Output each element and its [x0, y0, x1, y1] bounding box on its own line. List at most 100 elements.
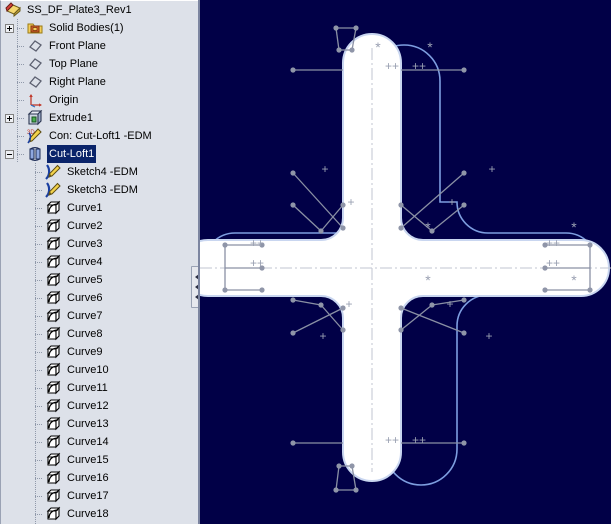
graphics-viewport[interactable]: ++ ++ * * ++ ++ ++ ++ * * * * ++ ++ + + + + + + + +	[198, 0, 611, 524]
panel-splitter-handle[interactable]	[191, 266, 198, 308]
tree-item-label: Curve9	[67, 346, 103, 358]
tree-connector	[35, 217, 45, 235]
tree-item-curve9[interactable]: Curve9	[1, 343, 198, 361]
expand-toggle-plus-icon[interactable]	[5, 113, 14, 123]
tree-item-con-cut-loft1-edm[interactable]: 3D Con: Cut-Loft1 -EDM	[1, 127, 198, 145]
tree-item-curve18[interactable]: Curve18	[1, 505, 198, 523]
tree-item-sketch3-edm[interactable]: Sketch3 -EDM	[1, 181, 198, 199]
tree-item-label: Curve16	[67, 472, 109, 484]
splitter-arrow-icon	[194, 294, 198, 300]
tree-item-top-plane[interactable]: Top Plane	[1, 55, 198, 73]
constraint-perpendicular-marker: +	[347, 195, 354, 209]
tree-connector	[35, 505, 45, 523]
tree-connector	[35, 289, 45, 307]
tree-expander-spacer	[23, 492, 35, 501]
extrude-feature-icon	[27, 110, 44, 126]
tree-expander-spacer	[23, 204, 35, 213]
tree-item-label: Front Plane	[49, 40, 106, 52]
tree-connector	[35, 343, 45, 361]
constraint-coincident-marker: ++	[385, 59, 399, 73]
tree-item-curve8[interactable]: Curve8	[1, 325, 198, 343]
tree-item-label: Extrude1	[49, 112, 94, 124]
tree-item-front-plane[interactable]: Front Plane	[1, 37, 198, 55]
tree-item-cut-loft1[interactable]: Cut-Loft1	[1, 145, 198, 163]
curve-icon	[45, 326, 62, 342]
tree-expander-spacer	[5, 96, 17, 105]
constraint-coincident-marker: ++	[385, 433, 399, 447]
tree-item-curve5[interactable]: Curve5	[1, 271, 198, 289]
tree-connector	[17, 145, 27, 163]
constraint-merge-marker: *	[427, 39, 433, 55]
tree-item-curve14[interactable]: Curve14	[1, 433, 198, 451]
tree-item-curve15[interactable]: Curve15	[1, 451, 198, 469]
tree-item-curve1[interactable]: Curve1	[1, 199, 198, 217]
tree-item-sketch4-edm[interactable]: Sketch4 -EDM	[1, 163, 198, 181]
tree-expander-spacer	[23, 294, 35, 303]
feature-tree-list[interactable]: SS_DF_Plate3_Rev1 Solid Bodies(1) Front Pl…	[1, 1, 198, 524]
curve-icon	[45, 434, 62, 450]
tree-item-curve10[interactable]: Curve10	[1, 361, 198, 379]
curve-icon	[45, 272, 62, 288]
tree-item-curve2[interactable]: Curve2	[1, 217, 198, 235]
constraint-perpendicular-marker: +	[485, 329, 492, 343]
tree-item-curve11[interactable]: Curve11	[1, 379, 198, 397]
tree-item-label: Curve11	[67, 382, 108, 394]
tree-connector	[17, 91, 27, 109]
sketch-icon	[45, 164, 62, 180]
feature-manager-tree-panel[interactable]: SS_DF_Plate3_Rev1 Solid Bodies(1) Front Pl…	[0, 0, 198, 524]
tree-expander-spacer	[23, 330, 35, 339]
constraint-merge-marker: *	[425, 219, 431, 235]
tree-connector	[35, 307, 45, 325]
tree-item-curve6[interactable]: Curve6	[1, 289, 198, 307]
tree-expander-spacer	[23, 240, 35, 249]
tree-connector	[17, 127, 27, 145]
constraint-coincident-marker: ++	[250, 256, 264, 270]
curve-icon	[45, 488, 62, 504]
curve-icon	[45, 506, 62, 522]
tree-item-origin[interactable]: Origin	[1, 91, 198, 109]
tree-expander-spacer	[23, 312, 35, 321]
model-sketch-canvas: ++ ++* *++++++++****++ +++ ++ ++ ++ +	[200, 0, 611, 524]
tree-connector	[17, 37, 27, 55]
tree-item-curve7[interactable]: Curve7	[1, 307, 198, 325]
3d-sketch-icon: 3D	[27, 128, 44, 144]
tree-item-label: Con: Cut-Loft1 -EDM	[49, 130, 152, 142]
tree-item-label: Sketch3 -EDM	[67, 184, 138, 196]
tree-item-curve3[interactable]: Curve3	[1, 235, 198, 253]
tree-expander-spacer	[23, 168, 35, 177]
tree-expander-spacer	[5, 42, 17, 51]
tree-expander-spacer	[23, 276, 35, 285]
tree-connector	[35, 163, 45, 181]
tree-item-curve17[interactable]: Curve17	[1, 487, 198, 505]
tree-expander-spacer	[23, 420, 35, 429]
tree-item-label: Cut-Loft1	[47, 145, 97, 163]
tree-connector	[35, 325, 45, 343]
curve-icon	[45, 200, 62, 216]
solidworks-window: SS_DF_Plate3_Rev1 Solid Bodies(1) Front Pl…	[0, 0, 611, 524]
tree-item-curve13[interactable]: Curve13	[1, 415, 198, 433]
tree-expander-spacer	[23, 258, 35, 267]
tree-item-label: Curve10	[67, 364, 109, 376]
tree-item-label: Solid Bodies(1)	[49, 22, 124, 34]
tree-item-right-plane[interactable]: Right Plane	[1, 73, 198, 91]
tree-connector	[35, 379, 45, 397]
tree-item-extrude1[interactable]: Extrude1	[1, 109, 198, 127]
tree-connector	[35, 451, 45, 469]
tree-item-ss-df-plate3-rev1[interactable]: SS_DF_Plate3_Rev1	[1, 1, 198, 19]
curve-icon	[45, 362, 62, 378]
expand-toggle-minus-icon[interactable]	[5, 149, 14, 159]
tree-item-label: Curve3	[67, 238, 103, 250]
tree-item-curve12[interactable]: Curve12	[1, 397, 198, 415]
curve-icon	[45, 398, 62, 414]
tree-expander-spacer	[23, 456, 35, 465]
tree-item-curve4[interactable]: Curve4	[1, 253, 198, 271]
tree-item-solid-bodies-1[interactable]: Solid Bodies(1)	[1, 19, 198, 37]
curve-icon	[45, 290, 62, 306]
curve-icon	[45, 236, 62, 252]
tree-expander-spacer	[23, 384, 35, 393]
tree-item-curve16[interactable]: Curve16	[1, 469, 198, 487]
constraint-coincident-marker: ++	[412, 433, 426, 447]
expand-toggle-plus-icon[interactable]	[5, 23, 14, 33]
constraint-coincident-marker: ++	[250, 236, 264, 250]
curve-icon	[45, 470, 62, 486]
